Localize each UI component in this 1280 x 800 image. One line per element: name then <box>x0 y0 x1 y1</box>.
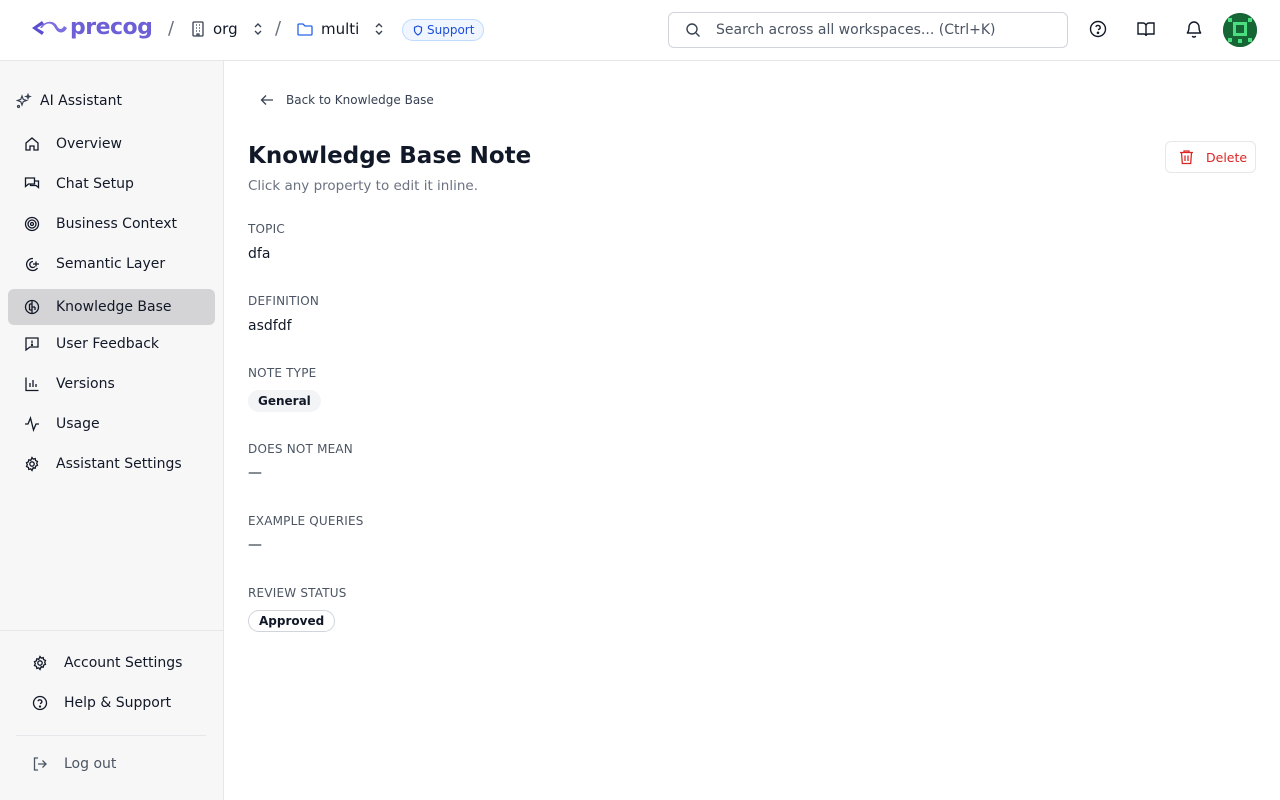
help-circle-icon <box>32 695 48 711</box>
sidebar-item-chat-setup[interactable]: Chat Setup <box>8 166 215 202</box>
chevrons-up-down-icon <box>373 22 385 36</box>
sidebar-section-title: AI Assistant <box>16 93 122 109</box>
folder-icon <box>297 23 313 36</box>
logout-button[interactable]: Log out <box>32 756 116 772</box>
main-content: Back to Knowledge Base Knowledge Base No… <box>224 61 1280 800</box>
gear-icon <box>33 655 47 671</box>
support-badge-label: Support <box>427 23 475 37</box>
back-link-label: Back to Knowledge Base <box>286 93 434 107</box>
docs-book-icon[interactable] <box>1136 19 1156 39</box>
sidebar-item-business-context[interactable]: Business Context <box>8 206 215 242</box>
review-status-label: REVIEW STATUS <box>248 586 347 600</box>
example-queries-label: EXAMPLE QUERIES <box>248 514 364 528</box>
home-icon <box>24 136 40 152</box>
help-support-link[interactable]: Help & Support <box>32 695 171 711</box>
feedback-icon <box>24 336 40 352</box>
sidebar-item-knowledge-base[interactable]: Knowledge Base <box>8 289 215 325</box>
sidebar-divider <box>0 630 223 631</box>
sidebar-item-label: Versions <box>56 376 115 392</box>
precog-logo-icon <box>32 21 67 35</box>
search-input[interactable] <box>716 22 1056 38</box>
note-type-badge[interactable]: General <box>248 390 321 412</box>
example-queries-value[interactable]: — <box>248 537 262 553</box>
sidebar-item-label: Semantic Layer <box>56 256 166 272</box>
bar-chart-icon <box>24 376 40 392</box>
workspace-label: multi <box>321 20 360 38</box>
sidebar-item-versions[interactable]: Versions <box>8 366 215 402</box>
logout-icon <box>33 757 47 771</box>
account-settings-link[interactable]: Account Settings <box>32 655 182 671</box>
gear-icon <box>24 456 40 472</box>
sidebar-item-label: Overview <box>56 136 122 152</box>
definition-value[interactable]: asdfdf <box>248 318 292 334</box>
page-subtitle: Click any property to edit it inline. <box>248 178 479 194</box>
user-avatar[interactable] <box>1223 13 1257 47</box>
page-title: Knowledge Base Note <box>248 143 532 169</box>
sidebar-divider <box>16 735 206 736</box>
sidebar-item-label: Knowledge Base <box>56 299 172 315</box>
sidebar-item-label: User Feedback <box>56 336 160 352</box>
brain-icon <box>24 299 40 315</box>
support-badge[interactable]: Support <box>402 19 485 41</box>
breadcrumb-separator: / <box>275 18 282 39</box>
sidebar-item-user-feedback[interactable]: User Feedback <box>8 326 215 362</box>
sidebar-item-overview[interactable]: Overview <box>8 126 215 162</box>
global-search[interactable] <box>668 12 1068 48</box>
org-switcher[interactable]: org <box>191 20 264 38</box>
precog-logo[interactable]: precog <box>30 15 153 40</box>
trash-icon <box>1180 150 1193 165</box>
building-icon <box>192 21 204 37</box>
org-label: org <box>213 20 238 38</box>
back-to-knowledge-base-link[interactable]: Back to Knowledge Base <box>260 93 434 107</box>
delete-button-label: Delete <box>1206 149 1248 165</box>
target-icon <box>24 216 40 232</box>
logout-label: Log out <box>64 756 117 772</box>
semantic-icon <box>24 256 40 272</box>
breadcrumb-separator: / <box>168 18 175 39</box>
search-icon <box>686 23 700 37</box>
bell-icon[interactable] <box>1184 19 1204 39</box>
help-icon[interactable] <box>1088 19 1108 39</box>
account-settings-label: Account Settings <box>64 655 183 671</box>
sidebar-item-semantic-layer[interactable]: Semantic Layer <box>8 246 215 282</box>
does-not-mean-label: DOES NOT MEAN <box>248 442 353 456</box>
sparkles-icon <box>16 93 32 109</box>
topic-value[interactable]: dfa <box>248 246 270 262</box>
sidebar-item-label: Assistant Settings <box>56 456 182 472</box>
sidebar-item-label: Chat Setup <box>56 176 134 192</box>
does-not-mean-value[interactable]: — <box>248 465 262 481</box>
sidebar: AI Assistant Overview Chat Setup Busines… <box>0 61 224 800</box>
logo-text: precog <box>70 15 153 40</box>
delete-button[interactable]: Delete <box>1165 141 1256 173</box>
definition-label: DEFINITION <box>248 294 320 308</box>
top-bar: precog / org / multi Support <box>0 0 1280 61</box>
note-type-label: NOTE TYPE <box>248 366 317 380</box>
sidebar-item-assistant-settings[interactable]: Assistant Settings <box>8 446 215 482</box>
arrow-left-icon <box>260 95 273 105</box>
shield-icon <box>413 24 423 36</box>
sidebar-item-label: Usage <box>56 416 100 432</box>
sidebar-section-label: AI Assistant <box>40 93 122 109</box>
sidebar-item-label: Business Context <box>56 216 178 232</box>
workspace-switcher[interactable]: multi <box>297 20 385 38</box>
chevrons-up-down-icon <box>252 22 264 36</box>
chat-icon <box>24 176 40 192</box>
topic-label: TOPIC <box>248 222 285 236</box>
activity-icon <box>24 416 40 432</box>
sidebar-item-usage[interactable]: Usage <box>8 406 215 442</box>
help-support-label: Help & Support <box>64 695 172 711</box>
review-status-badge[interactable]: Approved <box>248 610 336 632</box>
